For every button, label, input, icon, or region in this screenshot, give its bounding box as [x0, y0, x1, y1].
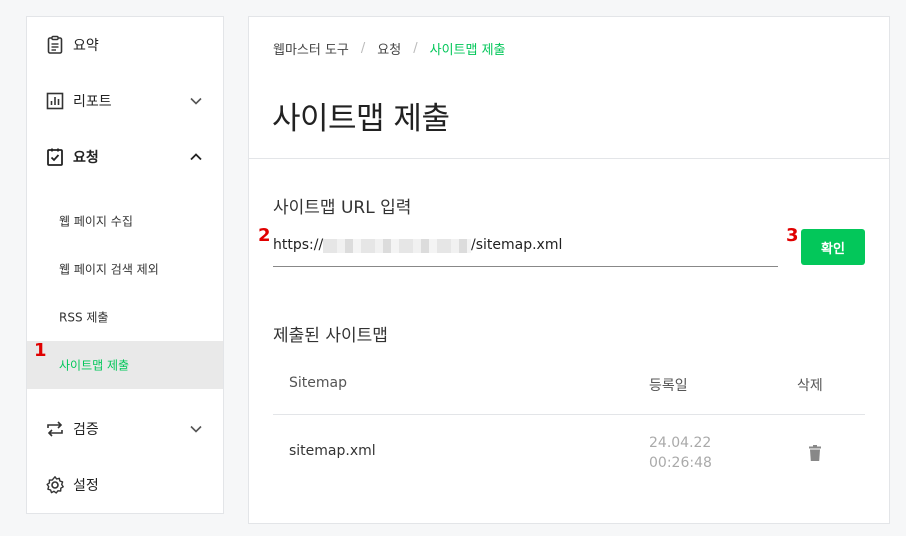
main-panel: 웹마스터 도구 / 요청 / 사이트맵 제출 사이트맵 제출 사이트맵 URL … [248, 16, 890, 524]
sidebar-subitem-label: 사이트맵 제출 [59, 358, 130, 373]
sidebar-item-summary[interactable]: 요약 [27, 17, 223, 73]
trash-icon[interactable] [805, 443, 825, 463]
confirm-button[interactable]: 확인 [801, 229, 865, 265]
column-header-date: 등록일 [649, 378, 688, 394]
masked-domain [323, 239, 471, 253]
annotation-marker-2: 2 [258, 225, 271, 246]
url-section-title: 사이트맵 URL 입력 [273, 198, 412, 218]
column-header-delete: 삭제 [797, 378, 823, 394]
sidebar-subitem-page-exclude[interactable]: 웹 페이지 검색 제외 [27, 245, 223, 293]
sidebar-subitem-sitemap[interactable]: 사이트맵 제출 [27, 341, 223, 389]
column-header-sitemap: Sitemap [289, 375, 347, 391]
sitemap-url-input[interactable]: https:// /sitemap.xml [273, 229, 778, 267]
sidebar-item-verify[interactable]: 검증 [27, 401, 223, 457]
divider [249, 158, 889, 159]
sidebar-subitem-label: 웹 페이지 검색 제외 [59, 262, 159, 277]
sidebar-item-label: 검증 [73, 422, 99, 438]
clipboard-icon [45, 35, 65, 55]
sidebar-subitem-page-crawl[interactable]: 웹 페이지 수집 [27, 197, 223, 245]
sitemap-name-cell[interactable]: sitemap.xml [289, 443, 376, 459]
sidebar-item-request[interactable]: 요청 [27, 129, 223, 185]
breadcrumb-link-request[interactable]: 요청 [377, 39, 401, 58]
table-row: sitemap.xml 24.04.22 00:26:48 [273, 415, 865, 491]
page-title: 사이트맵 제출 [272, 101, 450, 137]
table-header: Sitemap 등록일 삭제 [273, 373, 865, 415]
clipboard-check-icon [45, 147, 65, 167]
breadcrumb-current: 사이트맵 제출 [429, 43, 506, 58]
breadcrumb-separator: / [360, 41, 366, 56]
sidebar-item-label: 설정 [73, 478, 99, 494]
sidebar-item-label: 리포트 [73, 94, 112, 110]
repeat-arrows-icon [45, 419, 65, 439]
sidebar-subitem-rss[interactable]: RSS 제출 [27, 293, 223, 341]
gear-icon [45, 475, 65, 495]
breadcrumb: 웹마스터 도구 / 요청 / 사이트맵 제출 [273, 39, 506, 58]
breadcrumb-separator: / [413, 41, 418, 56]
breadcrumb-link-webmaster-tools[interactable]: 웹마스터 도구 [273, 39, 349, 58]
submitted-section-title: 제출된 사이트맵 [273, 326, 388, 346]
sidebar-item-label: 요청 [73, 150, 99, 166]
sidebar: 요약 리포트 요청 웹 페이지 수집 웹 페이지 검색 제외 RSS 제출 사이… [26, 16, 224, 514]
chevron-down-icon [189, 422, 203, 436]
sidebar-item-report[interactable]: 리포트 [27, 73, 223, 129]
chevron-up-icon [189, 150, 203, 164]
sidebar-item-settings[interactable]: 설정 [27, 457, 223, 513]
annotation-marker-3: 3 [786, 225, 799, 246]
annotation-marker-1: 1 [34, 340, 47, 361]
chevron-down-icon [189, 94, 203, 108]
bar-chart-icon [45, 91, 65, 111]
url-suffix: /sitemap.xml [471, 237, 563, 253]
sidebar-subitem-label: 웹 페이지 수집 [59, 214, 133, 229]
url-prefix: https:// [273, 237, 324, 253]
sidebar-item-label: 요약 [73, 38, 99, 54]
date-cell: 24.04.22 00:26:48 [649, 435, 712, 471]
sidebar-subitem-label: RSS 제출 [59, 310, 109, 325]
